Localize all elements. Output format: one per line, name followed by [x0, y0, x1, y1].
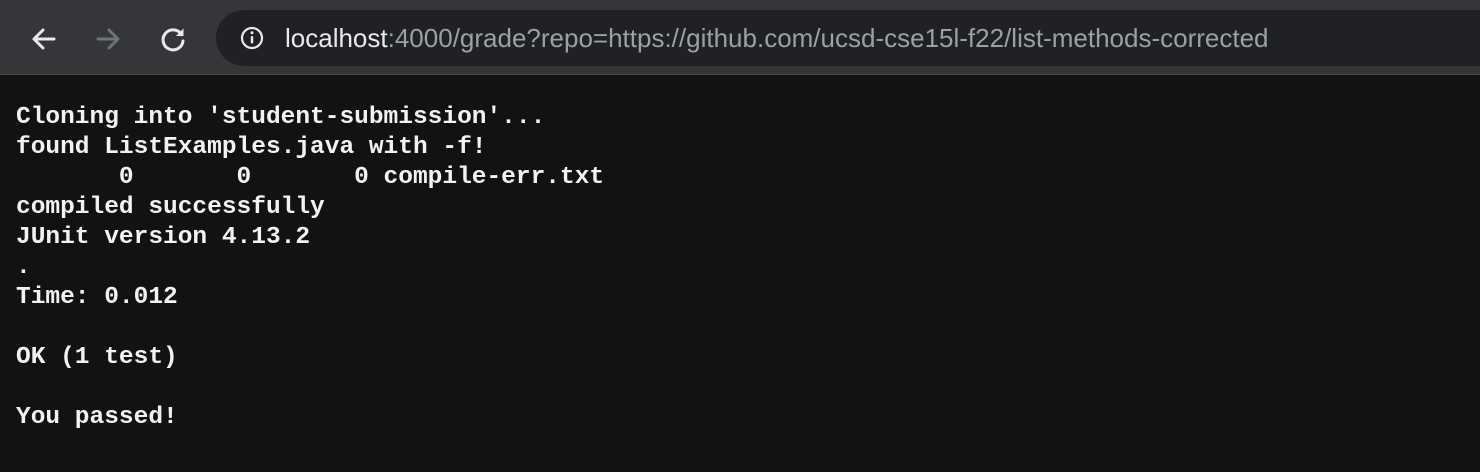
arrow-left-icon	[32, 28, 56, 50]
address-bar[interactable]: localhost:4000/grade?repo=https://github…	[216, 10, 1480, 66]
reload-button[interactable]	[153, 19, 193, 59]
reload-icon	[161, 28, 185, 52]
browser-toolbar: localhost:4000/grade?repo=https://github…	[0, 0, 1480, 75]
url-text[interactable]: localhost:4000/grade?repo=https://github…	[285, 10, 1269, 66]
back-button[interactable]	[24, 19, 64, 59]
page-content: Cloning into 'student-submission'... fou…	[0, 76, 1480, 472]
arrow-right-icon	[96, 28, 120, 50]
url-host: localhost	[285, 23, 388, 53]
forward-button[interactable]	[88, 19, 128, 59]
url-path: :4000/grade?repo=https://github.com/ucsd…	[387, 23, 1269, 53]
grader-output: Cloning into 'student-submission'... fou…	[16, 104, 605, 431]
info-icon[interactable]	[240, 26, 264, 50]
